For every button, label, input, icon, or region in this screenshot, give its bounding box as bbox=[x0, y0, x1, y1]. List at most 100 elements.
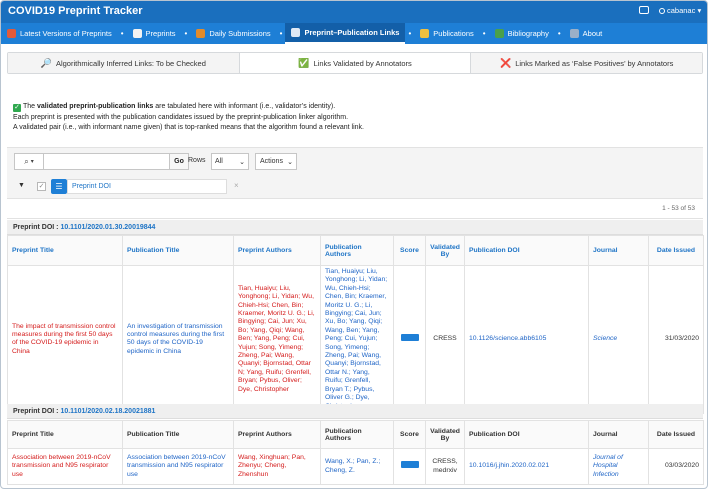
link-tabs: 🔎 Algorithmically Inferred Links: To be C… bbox=[7, 52, 703, 74]
app-title[interactable]: COVID19 Preprint Tracker bbox=[8, 5, 143, 17]
nav-label: Preprints bbox=[145, 29, 176, 38]
nav-bibliography[interactable]: Bibliography bbox=[489, 23, 555, 44]
table-header-row: Preprint Title Publication Title Preprin… bbox=[7, 235, 704, 266]
publication-authors: Tian, Huaiyu; Liu, Yonghong; Li, Yidan; … bbox=[320, 265, 394, 414]
column-header[interactable]: Publication Title bbox=[122, 235, 234, 266]
nav-separator: • bbox=[482, 29, 486, 38]
column-header[interactable]: Date Issued bbox=[648, 235, 704, 266]
link-icon bbox=[291, 28, 301, 37]
journal: Science bbox=[588, 265, 649, 414]
nav-latest-versions[interactable]: Latest Versions of Preprints bbox=[1, 23, 118, 44]
rows-select[interactable]: All ⌄ bbox=[211, 153, 249, 170]
tab-label: Algorithmically Inferred Links: To be Ch… bbox=[55, 58, 206, 68]
nav-publications[interactable]: Publications bbox=[414, 23, 479, 44]
column-header[interactable]: Score bbox=[393, 420, 426, 449]
table-row: The impact of transmission control measu… bbox=[7, 265, 704, 414]
chevron-down-icon: ⌄ bbox=[239, 159, 245, 166]
nav-preprints[interactable]: Preprints bbox=[127, 23, 182, 44]
validated-by: CRESS bbox=[425, 265, 465, 414]
tab-label: Links Validated by Annotators bbox=[313, 58, 412, 68]
check-icon: ✅ bbox=[298, 57, 310, 68]
publication-title[interactable]: An investigation of transmission control… bbox=[122, 265, 234, 414]
nav-label: Preprint–Publication Links bbox=[304, 28, 400, 37]
info-line-2: Each preprint is presented with the publ… bbox=[13, 113, 349, 121]
rows-value: All bbox=[215, 158, 223, 165]
chevron-down-icon: ⌄ bbox=[287, 159, 293, 166]
chat-icon[interactable] bbox=[639, 6, 649, 14]
info-text-part: are tabulated here with informant (i.e.,… bbox=[153, 103, 336, 110]
cross-icon: ❌ bbox=[500, 57, 512, 68]
search-group: ⌕ ▾ Go bbox=[14, 153, 189, 170]
nav-daily-submissions[interactable]: Daily Submissions bbox=[190, 23, 276, 44]
collapse-toggle-icon[interactable]: ▼ bbox=[18, 182, 25, 189]
info-text: ✓ The validated preprint-publication link… bbox=[13, 102, 364, 134]
score-cell bbox=[393, 448, 426, 485]
nav-separator: • bbox=[279, 29, 283, 38]
group-doi-link[interactable]: 10.1101/2020.02.18.20021881 bbox=[60, 408, 155, 415]
info-line-1: ✓ The validated preprint-publication link… bbox=[13, 102, 364, 113]
tab-inferred-links[interactable]: 🔎 Algorithmically Inferred Links: To be C… bbox=[8, 53, 240, 73]
publication-authors: Wang, X.; Pan, Z.; Cheng, Z. bbox=[320, 448, 394, 485]
column-header[interactable]: Publication Authors bbox=[320, 420, 394, 449]
user-icon bbox=[659, 8, 665, 14]
group-header: Preprint DOI : 10.1101/2020.01.30.200198… bbox=[7, 220, 703, 235]
article-icon bbox=[420, 29, 430, 38]
calendar-icon bbox=[196, 29, 206, 38]
validated-by: CRESS, medrxiv bbox=[425, 448, 465, 485]
date-issued: 31/03/2020 bbox=[648, 265, 704, 414]
user-menu[interactable]: cabanac ▾ bbox=[659, 6, 701, 15]
group-doi-link[interactable]: 10.1101/2020.01.30.20019844 bbox=[60, 224, 155, 231]
control-break-label[interactable]: Preprint DOI bbox=[67, 179, 227, 194]
pagination: 1 - 53 of 53 bbox=[7, 199, 703, 219]
tab-false-positives[interactable]: ❌ Links Marked as ‘False Positives’ by An… bbox=[471, 53, 703, 73]
results-table: Preprint Title Publication Title Preprin… bbox=[7, 420, 704, 485]
score-bar bbox=[400, 334, 419, 342]
enable-checkbox[interactable]: ✓ bbox=[37, 182, 46, 191]
go-button[interactable]: Go bbox=[170, 153, 189, 170]
results-table: Preprint Title Publication Title Preprin… bbox=[7, 235, 704, 414]
close-icon[interactable]: × bbox=[234, 181, 239, 190]
control-break-row: ▼ ✓ ☰ Preprint DOI × bbox=[7, 175, 703, 199]
main-nav: Latest Versions of Preprints • Preprints… bbox=[1, 23, 707, 44]
column-header[interactable]: Preprint Authors bbox=[233, 420, 321, 449]
column-header[interactable]: Journal bbox=[588, 235, 649, 266]
column-header[interactable]: Publication DOI bbox=[464, 420, 589, 449]
actions-menu-button[interactable]: Actions ⌄ bbox=[255, 153, 297, 170]
preprint-authors: Wang, Xinghuan; Pan, Zhenyu; Cheng, Zhen… bbox=[233, 448, 321, 485]
app-window: COVID19 Preprint Tracker cabanac ▾ Lates… bbox=[0, 0, 708, 489]
column-header[interactable]: Date Issued bbox=[648, 420, 704, 449]
column-header[interactable]: Validated By bbox=[425, 420, 465, 449]
info-bold: validated preprint-publication links bbox=[37, 103, 154, 110]
column-header[interactable]: Score bbox=[393, 235, 426, 266]
column-header[interactable]: Publication Authors bbox=[320, 235, 394, 266]
column-header[interactable]: Journal bbox=[588, 420, 649, 449]
nav-preprint-publication-links[interactable]: Preprint–Publication Links bbox=[285, 23, 406, 44]
column-header[interactable]: Preprint Title bbox=[7, 420, 123, 449]
preprint-authors: Tian, Huaiyu; Liu, Yonghong; Li, Yidan; … bbox=[233, 265, 321, 414]
search-input[interactable] bbox=[44, 153, 170, 170]
preprint-title[interactable]: Association between 2019-nCoV transmissi… bbox=[7, 448, 123, 485]
column-header[interactable]: Validated By bbox=[425, 235, 465, 266]
search-column-button[interactable]: ⌕ ▾ bbox=[14, 153, 44, 170]
column-header[interactable]: Preprint Title bbox=[7, 235, 123, 266]
app-header: COVID19 Preprint Tracker cabanac ▾ bbox=[1, 1, 707, 23]
nav-label: Latest Versions of Preprints bbox=[20, 29, 112, 38]
publication-title[interactable]: Association between 2019-nCoV transmissi… bbox=[122, 448, 234, 485]
column-header[interactable]: Preprint Authors bbox=[233, 235, 321, 266]
info-icon bbox=[569, 29, 579, 38]
pagination-text: 1 - 53 of 53 bbox=[662, 205, 695, 212]
publication-doi-link[interactable]: 10.1016/j.jhin.2020.02.021 bbox=[464, 448, 589, 485]
publication-doi-link[interactable]: 10.1126/science.abb6105 bbox=[464, 265, 589, 414]
column-header[interactable]: Publication Title bbox=[122, 420, 234, 449]
journal: Journal of Hospital Infection bbox=[588, 448, 649, 485]
control-break-icon: ☰ bbox=[51, 179, 67, 194]
check-icon: ✓ bbox=[13, 104, 21, 112]
magnifier-icon: 🔎 bbox=[40, 57, 52, 68]
chevron-down-icon: ▾ bbox=[30, 159, 34, 165]
score-bar bbox=[400, 461, 419, 469]
tab-validated-links[interactable]: ✅ Links Validated by Annotators bbox=[239, 53, 472, 73]
preprint-title[interactable]: The impact of transmission control measu… bbox=[7, 265, 123, 414]
books-icon bbox=[494, 29, 504, 38]
column-header[interactable]: Publication DOI bbox=[464, 235, 589, 266]
nav-about[interactable]: About bbox=[564, 23, 609, 44]
